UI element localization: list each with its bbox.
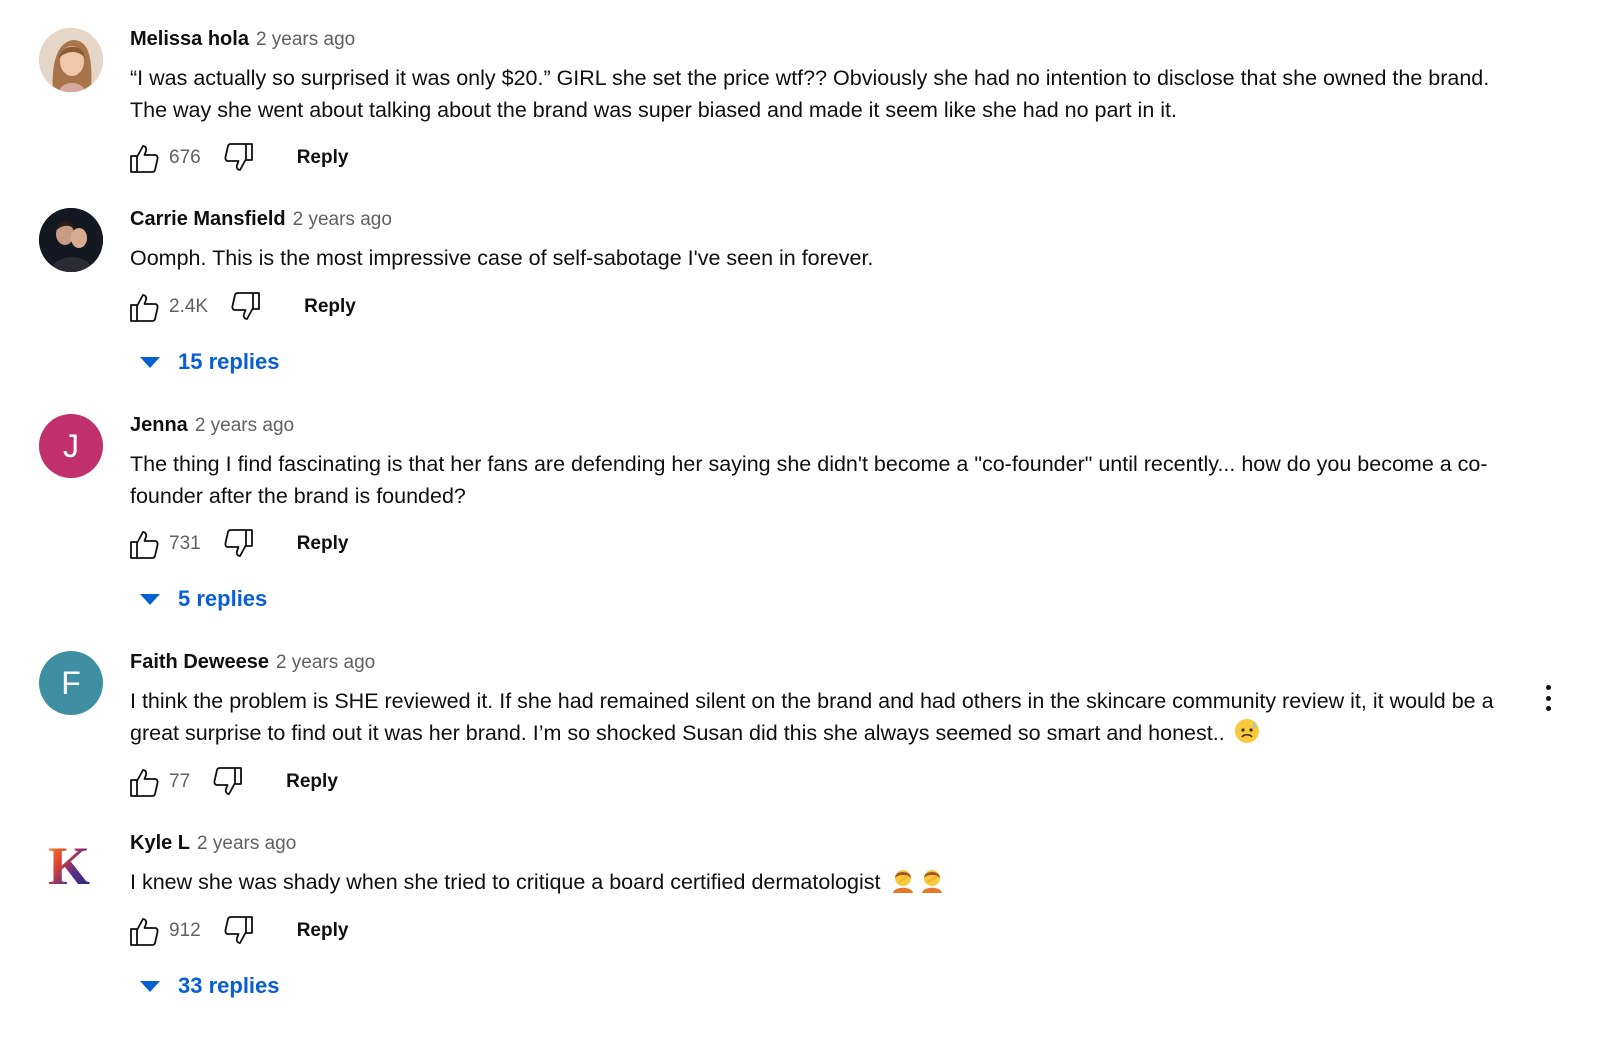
like-icon[interactable] (128, 915, 160, 947)
comment-actions: 912 Reply (128, 914, 348, 948)
replies-count-label: 5 replies (178, 586, 268, 611)
comment-text: “I was actually so surprised it was only… (130, 66, 1490, 122)
comment-text-content: I knew she was shady when she tried to c… (130, 870, 881, 894)
view-replies-button[interactable]: 5 replies (140, 583, 267, 615)
caret-down-icon (140, 593, 160, 605)
avatar[interactable]: J (39, 414, 103, 478)
like-count: 77 (169, 771, 191, 792)
comment-author[interactable]: Melissa hola (130, 28, 249, 51)
comment-author[interactable]: Faith Deweese (130, 651, 269, 674)
person-facepalming-emoji-icon (892, 870, 913, 893)
reply-button[interactable]: Reply (304, 296, 356, 318)
avatar-letter-logo-icon: K (48, 836, 90, 896)
comment-text: I knew she was shady when she tried to c… (130, 866, 1520, 898)
caret-down-icon (140, 356, 160, 368)
avatar-photo-icon (39, 28, 103, 92)
comment-text: I think the problem is SHE reviewed it. … (130, 685, 1520, 749)
avatar[interactable] (39, 208, 103, 272)
avatar-letter: F (61, 665, 81, 701)
like-count: 912 (169, 920, 201, 941)
comment-author[interactable]: Kyle L (130, 832, 190, 855)
person-facepalming-emoji-icon (921, 870, 942, 893)
more-actions-icon[interactable] (1544, 685, 1552, 715)
avatar[interactable]: F (39, 651, 103, 715)
like-icon[interactable] (128, 766, 160, 798)
comment-text: The thing I find fascinating is that her… (130, 452, 1488, 508)
reply-button[interactable]: Reply (286, 771, 338, 793)
avatar-letter: K (48, 836, 90, 896)
comment-actions: 77 Reply (128, 765, 338, 799)
avatar[interactable] (39, 28, 103, 92)
comment-actions: 731 Reply (128, 527, 348, 561)
dislike-icon[interactable] (212, 766, 244, 798)
reply-button[interactable]: Reply (297, 147, 349, 169)
like-icon[interactable] (128, 528, 160, 560)
comment-time[interactable]: 2 years ago (197, 833, 296, 855)
comment-text: Oomph. This is the most impressive case … (130, 246, 874, 270)
dislike-icon[interactable] (223, 915, 255, 947)
like-icon[interactable] (128, 142, 160, 174)
avatar[interactable]: K (39, 832, 103, 896)
reply-button[interactable]: Reply (297, 920, 349, 942)
comment-text-content: I think the problem is SHE reviewed it. … (130, 689, 1494, 745)
dislike-icon[interactable] (230, 291, 262, 323)
like-count: 2.4K (169, 296, 209, 317)
comment-author[interactable]: Jenna (130, 414, 188, 437)
like-icon[interactable] (128, 291, 160, 323)
avatar-letter: J (63, 428, 79, 464)
comment-time[interactable]: 2 years ago (293, 209, 392, 231)
avatar-photo-icon (39, 208, 103, 272)
replies-count-label: 33 replies (178, 973, 280, 998)
dislike-icon[interactable] (223, 142, 255, 174)
like-count: 676 (169, 147, 201, 168)
comment-actions: 2.4K Reply (128, 290, 356, 324)
comment-actions: 676 Reply (128, 141, 348, 175)
comment-time[interactable]: 2 years ago (195, 415, 294, 437)
comment-author[interactable]: Carrie Mansfield (130, 208, 286, 231)
dislike-icon[interactable] (223, 528, 255, 560)
caret-down-icon (140, 980, 160, 992)
comment-time[interactable]: 2 years ago (276, 652, 375, 674)
sad-sweat-face-emoji-icon (1234, 719, 1259, 743)
view-replies-button[interactable]: 33 replies (140, 970, 280, 1002)
comment-time[interactable]: 2 years ago (256, 29, 355, 51)
like-count: 731 (169, 533, 201, 554)
view-replies-button[interactable]: 15 replies (140, 346, 280, 378)
replies-count-label: 15 replies (178, 349, 280, 374)
reply-button[interactable]: Reply (297, 533, 349, 555)
